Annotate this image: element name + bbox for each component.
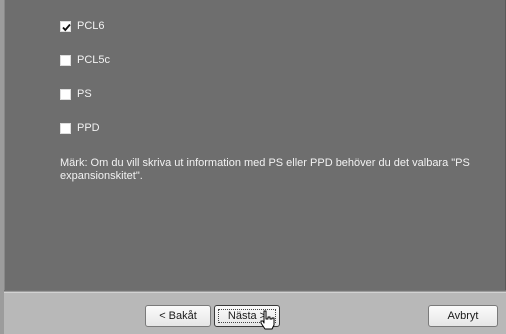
option-label-ps: PS	[77, 88, 92, 100]
checkbox-ppd[interactable]	[60, 122, 71, 134]
back-button-label: < Bakåt	[159, 310, 197, 322]
checkbox-pcl6[interactable]	[60, 20, 71, 32]
option-ppd[interactable]: PPD	[60, 121, 100, 135]
option-ps[interactable]: PS	[60, 87, 92, 101]
option-label-pcl5c: PCL5c	[77, 54, 111, 66]
cancel-button-label: Avbryt	[447, 310, 479, 322]
cancel-button[interactable]: Avbryt	[428, 305, 498, 327]
option-pcl5c[interactable]: PCL5c	[60, 53, 110, 67]
options-panel	[4, 0, 506, 290]
checkbox-ps[interactable]	[60, 88, 71, 100]
hand-pointer-icon	[260, 310, 275, 330]
back-button[interactable]: < Bakåt	[145, 305, 211, 327]
checkmark-icon	[62, 23, 71, 31]
option-pcl6[interactable]: PCL6	[60, 19, 105, 33]
option-label-ppd: PPD	[77, 122, 100, 134]
option-label-pcl6: PCL6	[77, 20, 105, 32]
checkbox-pcl5c[interactable]	[60, 54, 71, 66]
info-note: Märk: Om du vill skriva ut information m…	[60, 157, 470, 182]
